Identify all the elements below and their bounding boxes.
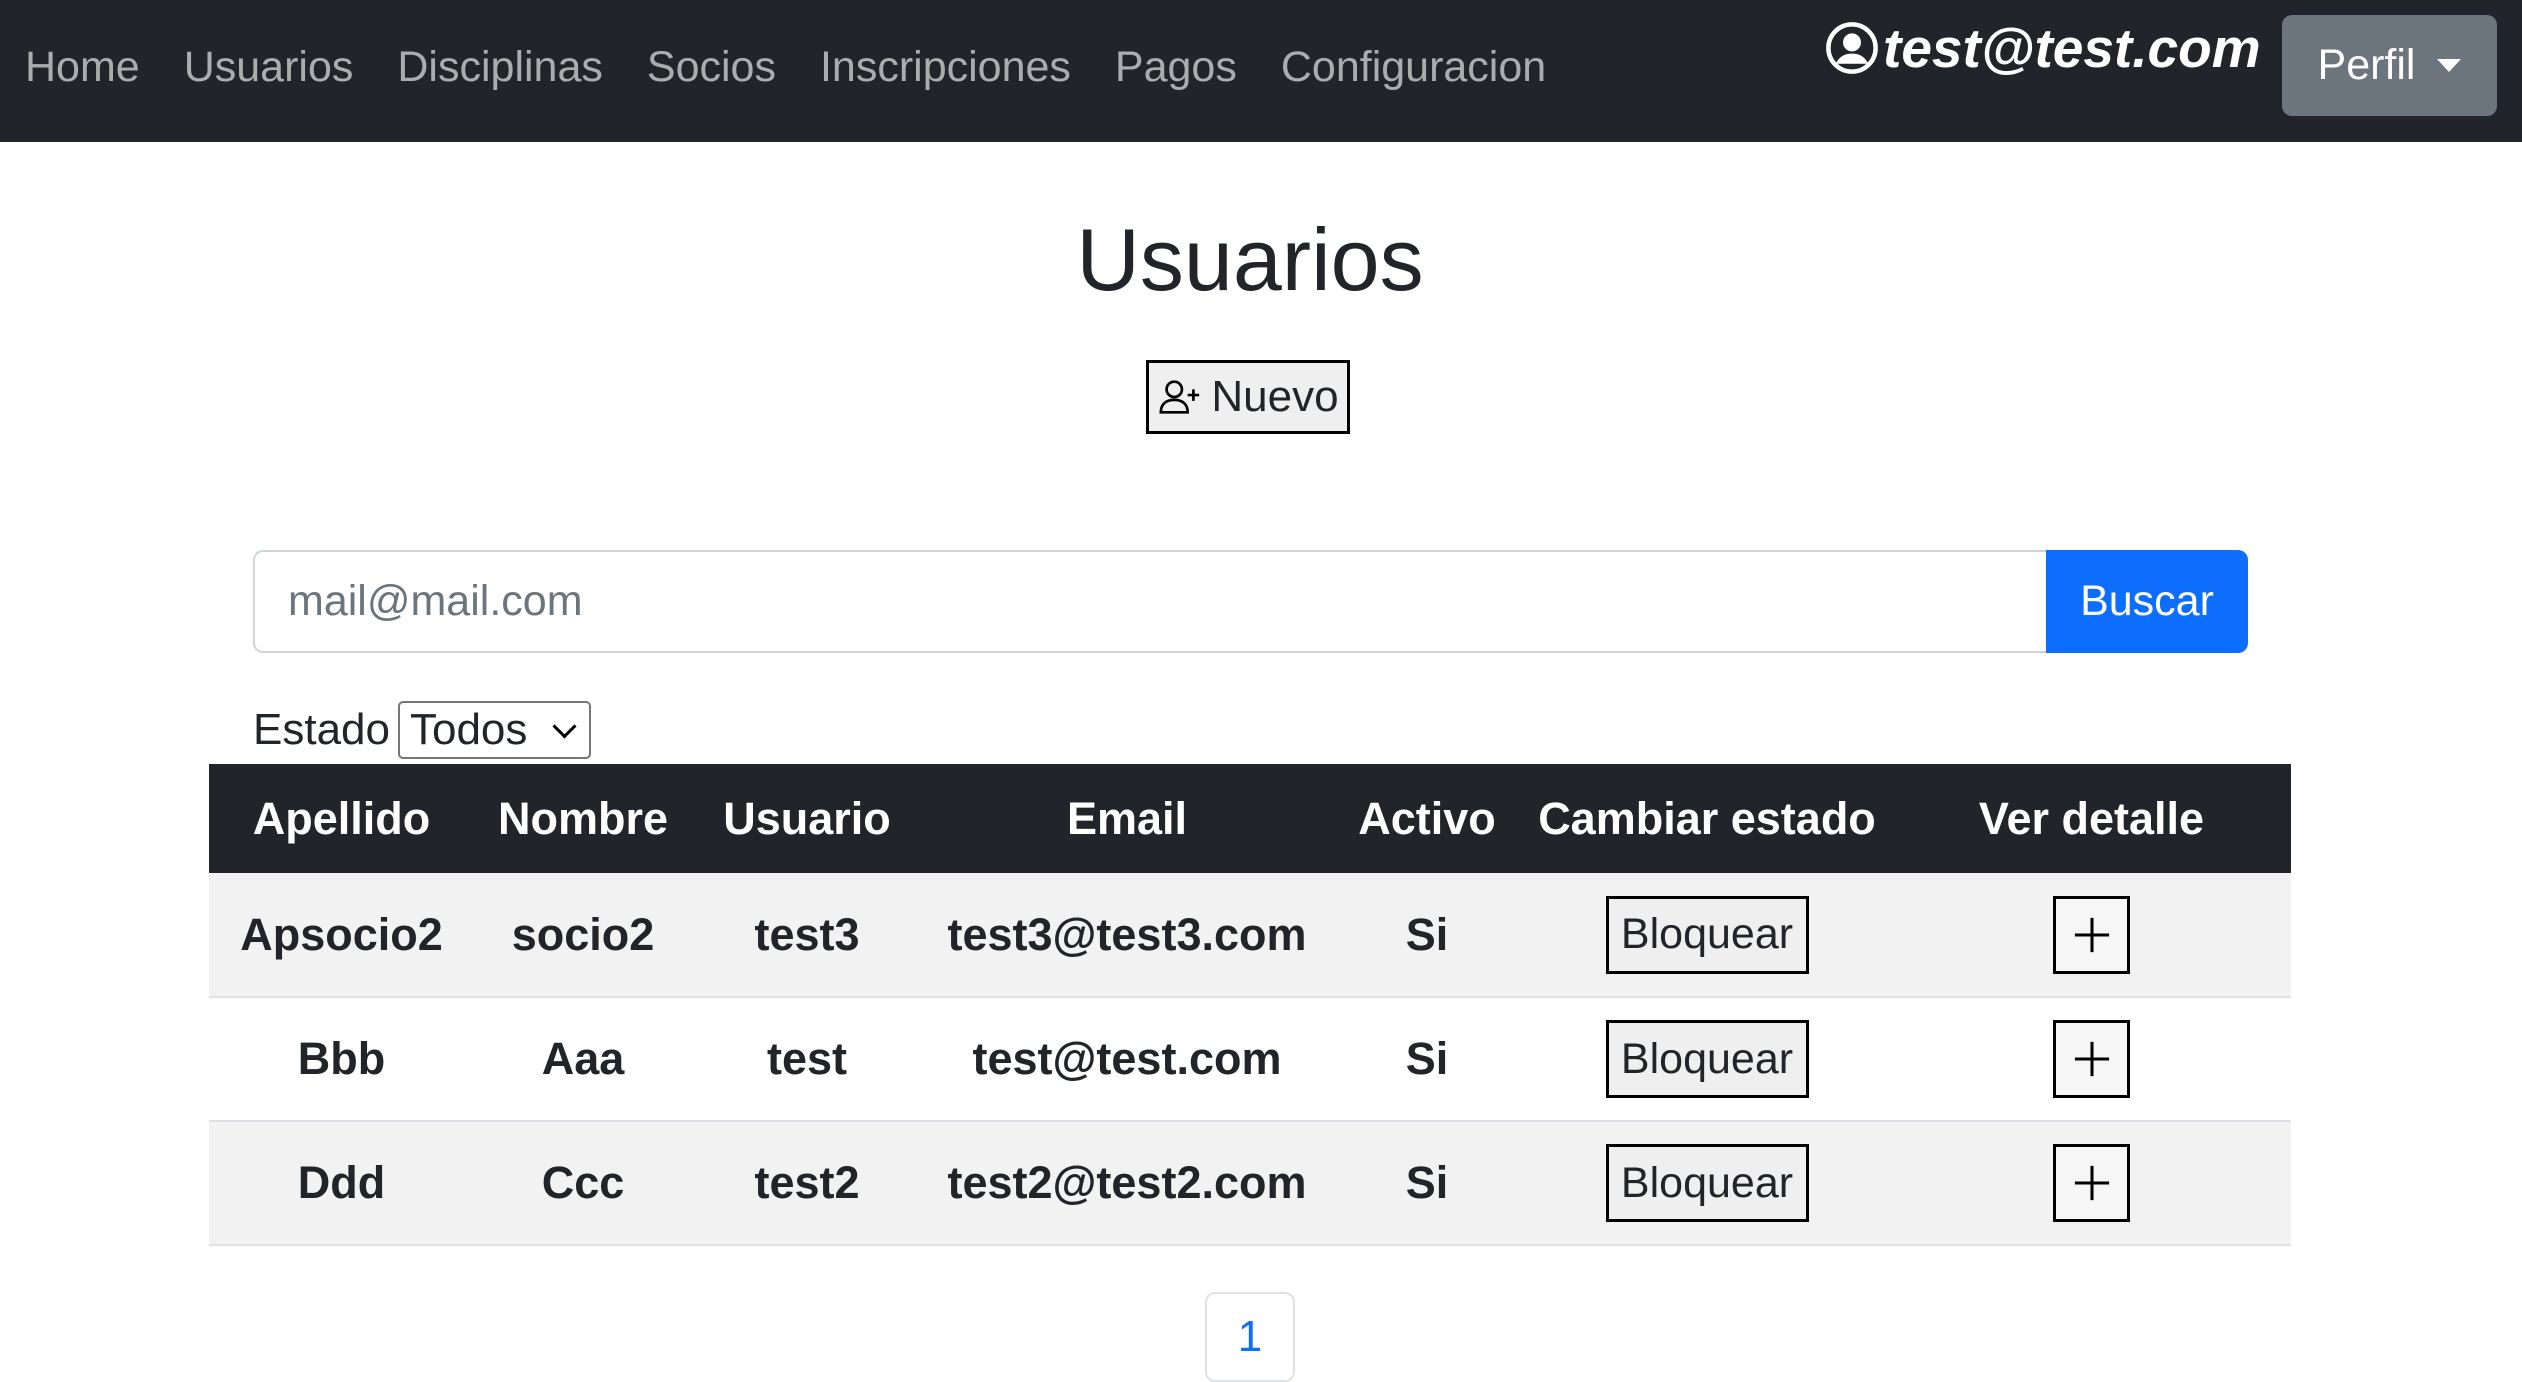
- nav-links: Home Usuarios Disciplinas Socios Inscrip…: [25, 0, 1590, 134]
- pagination-page-1[interactable]: 1: [1205, 1292, 1295, 1382]
- cell-email: test2@test2.com: [947, 1157, 1307, 1208]
- nav-link-home[interactable]: Home: [25, 43, 140, 92]
- status-filter: Estado Todos: [253, 700, 591, 760]
- view-detail-button[interactable]: [2053, 1020, 2130, 1098]
- page-title: Usuarios: [1076, 210, 1424, 309]
- cell-activo: Si: [1405, 1157, 1449, 1208]
- new-user-button[interactable]: Nuevo: [1146, 360, 1350, 434]
- column-header-nombre: Nombre: [497, 792, 669, 844]
- column-header-email: Email: [1066, 792, 1188, 844]
- block-user-button[interactable]: Bloquear: [1605, 1144, 1809, 1222]
- cell-apellido: Ddd: [297, 1157, 386, 1208]
- cell-cambiar-estado: Bloquear: [1522, 873, 1892, 997]
- block-user-button[interactable]: Bloquear: [1605, 1020, 1809, 1098]
- view-detail-button[interactable]: [2053, 895, 2130, 974]
- cell-nombre: socio2: [511, 908, 655, 960]
- status-select[interactable]: Todos: [397, 701, 591, 759]
- cell-activo: Si: [1405, 908, 1449, 960]
- cell-apellido: Apsocio2: [240, 908, 443, 960]
- table-row: Ddd Ccc test2 test2@test2.com Si Bloquea…: [209, 1121, 2291, 1245]
- cell-apellido: Bbb: [297, 1033, 386, 1084]
- cell-email: test3@test3.com: [947, 908, 1307, 960]
- plus-icon: [2074, 917, 2109, 952]
- cell-cambiar-estado: Bloquear: [1522, 997, 1892, 1121]
- cell-usuario: test: [766, 1033, 848, 1084]
- block-user-button[interactable]: Bloquear: [1605, 895, 1809, 974]
- current-user: test@test.com: [1825, 12, 2261, 84]
- column-header-apellido: Apellido: [252, 792, 431, 844]
- email-search-input[interactable]: [253, 550, 2046, 653]
- chevron-down-icon: [552, 713, 577, 739]
- cell-usuario: test3: [754, 908, 860, 960]
- cell-ver-detalle: [1892, 1121, 2291, 1245]
- new-user-label: Nuevo: [1211, 372, 1339, 421]
- nav-link-pagos[interactable]: Pagos: [1115, 43, 1237, 92]
- user-email: test@test.com: [1883, 17, 2261, 79]
- cell-email: test@test.com: [972, 1033, 1282, 1084]
- cell-usuario: test2: [754, 1157, 860, 1208]
- column-header-cambiar-estado: Cambiar estado: [1538, 792, 1876, 844]
- cell-activo: Si: [1405, 1033, 1449, 1084]
- cell-ver-detalle: [1892, 997, 2291, 1121]
- person-plus-icon: [1159, 380, 1200, 414]
- cell-nombre: Aaa: [541, 1033, 625, 1084]
- cell-cambiar-estado: Bloquear: [1522, 1121, 1892, 1245]
- plus-icon: [2074, 1165, 2109, 1201]
- nav-link-disciplinas[interactable]: Disciplinas: [397, 43, 603, 92]
- caret-down-icon: [2437, 59, 2462, 72]
- profile-label: Perfil: [2317, 41, 2416, 89]
- profile-dropdown-button[interactable]: Perfil: [2282, 15, 2497, 116]
- nav-link-configuracion[interactable]: Configuracion: [1281, 43, 1546, 92]
- nav-link-socios[interactable]: Socios: [647, 43, 776, 92]
- status-filter-label: Estado: [253, 705, 390, 754]
- status-select-value: Todos: [409, 705, 528, 754]
- nav-link-inscripciones[interactable]: Inscripciones: [820, 43, 1071, 92]
- search-button[interactable]: Buscar: [2046, 550, 2248, 653]
- table-row: Bbb Aaa test test@test.com Si Bloquear: [209, 997, 2291, 1121]
- nav-link-usuarios[interactable]: Usuarios: [184, 43, 354, 92]
- users-table: Apellido Nombre Usuario Email Activo Cam…: [209, 764, 2291, 1246]
- column-header-activo: Activo: [1358, 792, 1496, 844]
- column-header-ver-detalle: Ver detalle: [1978, 792, 2205, 844]
- cell-nombre: Ccc: [541, 1157, 625, 1208]
- person-circle-icon: [1826, 22, 1878, 74]
- table-row: Apsocio2 socio2 test3 test3@test3.com Si…: [209, 873, 2291, 997]
- table-header-row: Apellido Nombre Usuario Email Activo Cam…: [209, 764, 2291, 873]
- cell-ver-detalle: [1892, 873, 2291, 997]
- column-header-usuario: Usuario: [723, 792, 891, 844]
- view-detail-button[interactable]: [2053, 1144, 2130, 1222]
- plus-icon: [2074, 1041, 2109, 1077]
- search-group: Buscar: [253, 550, 2248, 653]
- top-navbar: Home Usuarios Disciplinas Socios Inscrip…: [0, 0, 2522, 142]
